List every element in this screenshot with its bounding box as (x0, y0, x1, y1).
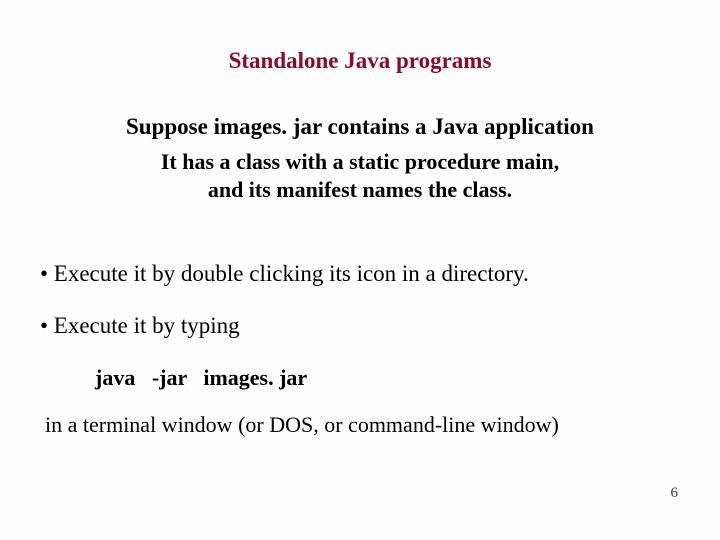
bullet-execute-double-click: • Execute it by double clicking its icon… (40, 261, 529, 287)
slide-title: Standalone Java programs (0, 48, 720, 74)
bullet-execute-typing: • Execute it by typing (40, 313, 240, 339)
subtitle-block: It has a class with a static procedure m… (0, 148, 720, 203)
subtitle-line-2b: and its manifest names the class. (208, 177, 512, 202)
page-number: 6 (671, 485, 679, 502)
slide: Standalone Java programs Suppose images.… (0, 0, 720, 540)
command-line: java -jar images. jar (95, 365, 307, 391)
terminal-note: in a terminal window (or DOS, or command… (45, 412, 559, 438)
subtitle-line-2a: It has a class with a static procedure m… (161, 149, 559, 174)
subtitle-line-1: Suppose images. jar contains a Java appl… (0, 114, 720, 140)
